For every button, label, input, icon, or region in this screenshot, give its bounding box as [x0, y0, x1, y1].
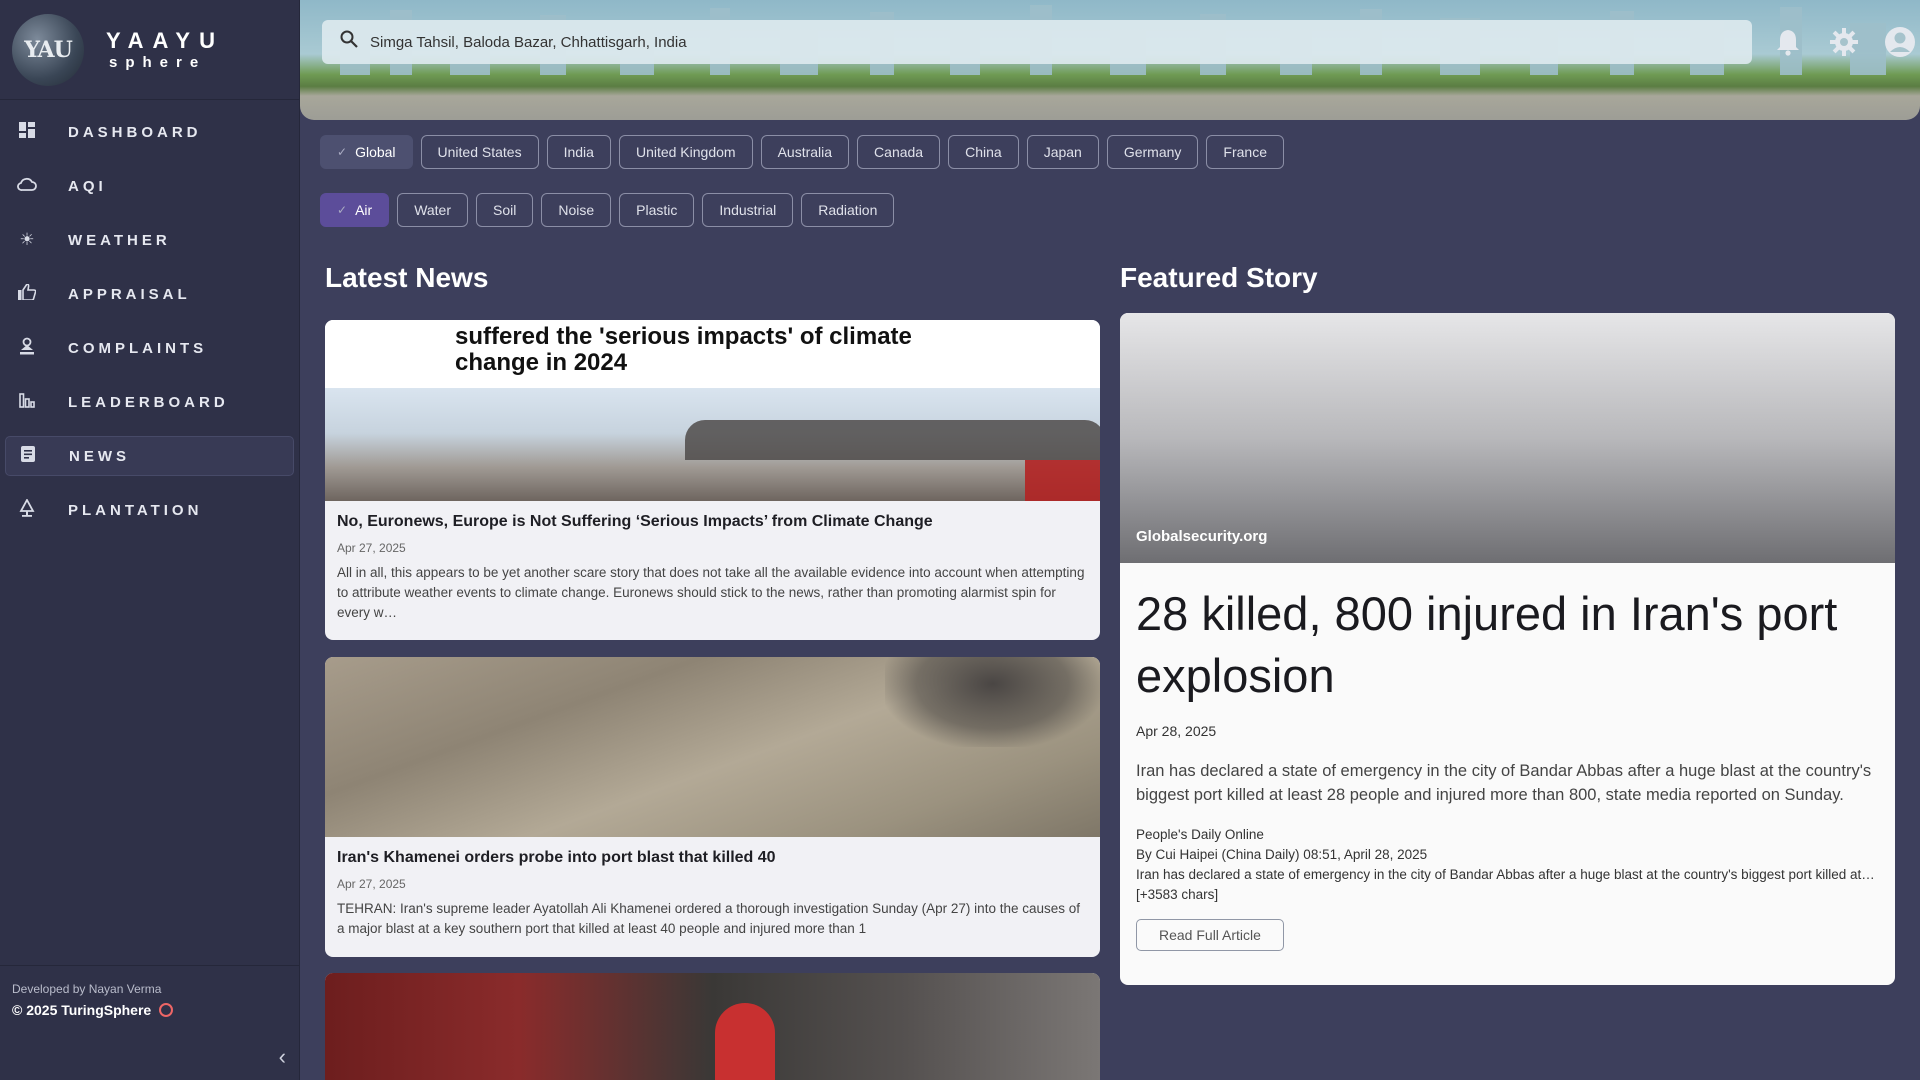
sidebar: YAU YAAYU sphere DASHBOARD AQI ☀ WEATHER: [0, 0, 300, 1080]
chip-china[interactable]: China: [948, 135, 1019, 169]
sidebar-item-news[interactable]: NEWS: [5, 436, 294, 476]
chip-air[interactable]: ✓ Air: [320, 193, 390, 227]
bell-icon[interactable]: [1768, 22, 1808, 62]
sidebar-footer: Developed by Nayan Verma © 2025 TuringSp…: [0, 965, 300, 1080]
article-description: All in all, this appears to be yet anoth…: [337, 565, 1085, 620]
search-icon: [340, 30, 358, 54]
account-icon[interactable]: [1880, 22, 1920, 62]
sidebar-item-plantation[interactable]: PLANTATION: [5, 490, 294, 530]
chip-water[interactable]: Water: [397, 193, 469, 227]
article-image: [325, 973, 1100, 1080]
sidebar-item-label: WEATHER: [68, 231, 171, 249]
country-filter: ✓ Global United States India United Kingd…: [320, 135, 1292, 169]
sidebar-item-appraisal[interactable]: APPRAISAL: [5, 274, 294, 314]
chip-industrial[interactable]: Industrial: [702, 193, 794, 227]
featured-description: Iran has declared a state of emergency i…: [1136, 762, 1872, 804]
featured-source: Globalsecurity.org: [1136, 528, 1268, 545]
brand-name: YAAYU: [106, 28, 224, 53]
sidebar-item-label: NEWS: [69, 447, 130, 465]
chip-radiation[interactable]: Radiation: [801, 193, 895, 227]
latest-news-title: Latest News: [325, 262, 489, 293]
sun-icon: ☀: [19, 230, 35, 249]
sidebar-nav: DASHBOARD AQI ☀ WEATHER APPRAISAL COMPLA…: [0, 112, 299, 530]
logo: YAU: [12, 13, 84, 86]
sidebar-item-label: APPRAISAL: [68, 285, 191, 303]
chip-united-kingdom[interactable]: United Kingdom: [618, 135, 753, 169]
sidebar-item-label: DASHBOARD: [68, 123, 202, 141]
article-icon: [11, 445, 45, 467]
article-title[interactable]: Iran's Khamenei orders probe into port b…: [337, 849, 1088, 867]
featured-story-title: Featured Story: [1120, 262, 1318, 293]
article-image: [325, 657, 1100, 837]
sidebar-item-leaderboard[interactable]: LEADERBOARD: [5, 382, 294, 422]
chip-france[interactable]: France: [1206, 135, 1284, 169]
featured-date: Apr 28, 2025: [1136, 723, 1217, 739]
chip-germany[interactable]: Germany: [1106, 135, 1199, 169]
news-card[interactable]: Iran's Khamenei orders probe into port b…: [325, 657, 1100, 957]
developer-credit: Developed by Nayan Verma: [12, 982, 162, 996]
chip-plastic[interactable]: Plastic: [619, 193, 695, 227]
chip-australia[interactable]: Australia: [760, 135, 850, 169]
sidebar-item-label: COMPLAINTS: [68, 339, 208, 357]
check-icon: ✓: [337, 203, 348, 217]
news-card[interactable]: suffered the 'serious impacts' of climat…: [325, 320, 1100, 640]
topic-filter: ✓ Air Water Soil Noise Plastic Industrial…: [320, 193, 902, 227]
featured-image: Globalsecurity.org: [1120, 313, 1895, 563]
brand[interactable]: YAU YAAYU sphere: [0, 0, 299, 100]
article-image: suffered the 'serious impacts' of climat…: [325, 320, 1100, 501]
article-date: Apr 27, 2025: [337, 877, 406, 891]
thumbs-up-icon: [10, 282, 44, 305]
collapse-sidebar-icon[interactable]: ‹: [279, 1044, 286, 1070]
sidebar-item-dashboard[interactable]: DASHBOARD: [5, 112, 294, 152]
article-title[interactable]: No, Euronews, Europe is Not Suffering ‘S…: [337, 513, 1088, 531]
bar-chart-icon: [10, 392, 44, 413]
chip-global[interactable]: ✓ Global: [320, 135, 413, 169]
featured-card: Globalsecurity.org 28 killed, 800 injure…: [1120, 313, 1895, 985]
sidebar-item-label: PLANTATION: [68, 501, 203, 519]
featured-meta: People's Daily Online By Cui Haipei (Chi…: [1136, 825, 1879, 905]
copyright-text: © 2025 TuringSphere: [12, 1002, 152, 1018]
chip-japan[interactable]: Japan: [1026, 135, 1099, 169]
cloud-icon: [10, 176, 44, 196]
brand-subtitle: sphere: [109, 54, 207, 71]
header-actions: [1752, 22, 1920, 62]
sidebar-item-aqi[interactable]: AQI: [5, 166, 294, 206]
featured-headline[interactable]: 28 killed, 800 injured in Iran's port ex…: [1136, 583, 1879, 707]
settings-icon[interactable]: [1824, 22, 1864, 62]
featured-excerpt: Iran has declared a state of emergency i…: [1136, 867, 1875, 902]
featured-byline: By Cui Haipei (China Daily) 08:51, April…: [1136, 847, 1428, 862]
search-bar[interactable]: [322, 20, 1752, 64]
sidebar-item-label: AQI: [68, 177, 107, 195]
copyright: © 2025 TuringSphere: [12, 1002, 288, 1018]
sidebar-item-label: LEADERBOARD: [68, 393, 229, 411]
chip-india[interactable]: India: [546, 135, 611, 169]
chip-united-states[interactable]: United States: [420, 135, 539, 169]
dashboard-icon: [10, 121, 44, 143]
article-date: Apr 27, 2025: [337, 541, 406, 555]
chip-canada[interactable]: Canada: [857, 135, 941, 169]
sidebar-item-complaints[interactable]: COMPLAINTS: [5, 328, 294, 368]
chip-soil[interactable]: Soil: [476, 193, 534, 227]
article-description: TEHRAN: Iran's supreme leader Ayatollah …: [337, 901, 1081, 936]
featured-publisher: People's Daily Online: [1136, 827, 1264, 842]
plant-icon: [10, 497, 44, 522]
complaint-icon: [10, 337, 44, 360]
location-search-input[interactable]: [370, 33, 1670, 51]
check-icon: ✓: [337, 145, 348, 159]
sidebar-item-weather[interactable]: ☀ WEATHER: [5, 220, 294, 260]
news-card[interactable]: [325, 973, 1100, 1080]
header-banner: [300, 0, 1920, 120]
read-full-article-button[interactable]: Read Full Article: [1136, 919, 1284, 951]
github-icon[interactable]: [159, 1003, 174, 1017]
chip-noise[interactable]: Noise: [541, 193, 612, 227]
image-caption: suffered the 'serious impacts' of climat…: [455, 323, 912, 376]
